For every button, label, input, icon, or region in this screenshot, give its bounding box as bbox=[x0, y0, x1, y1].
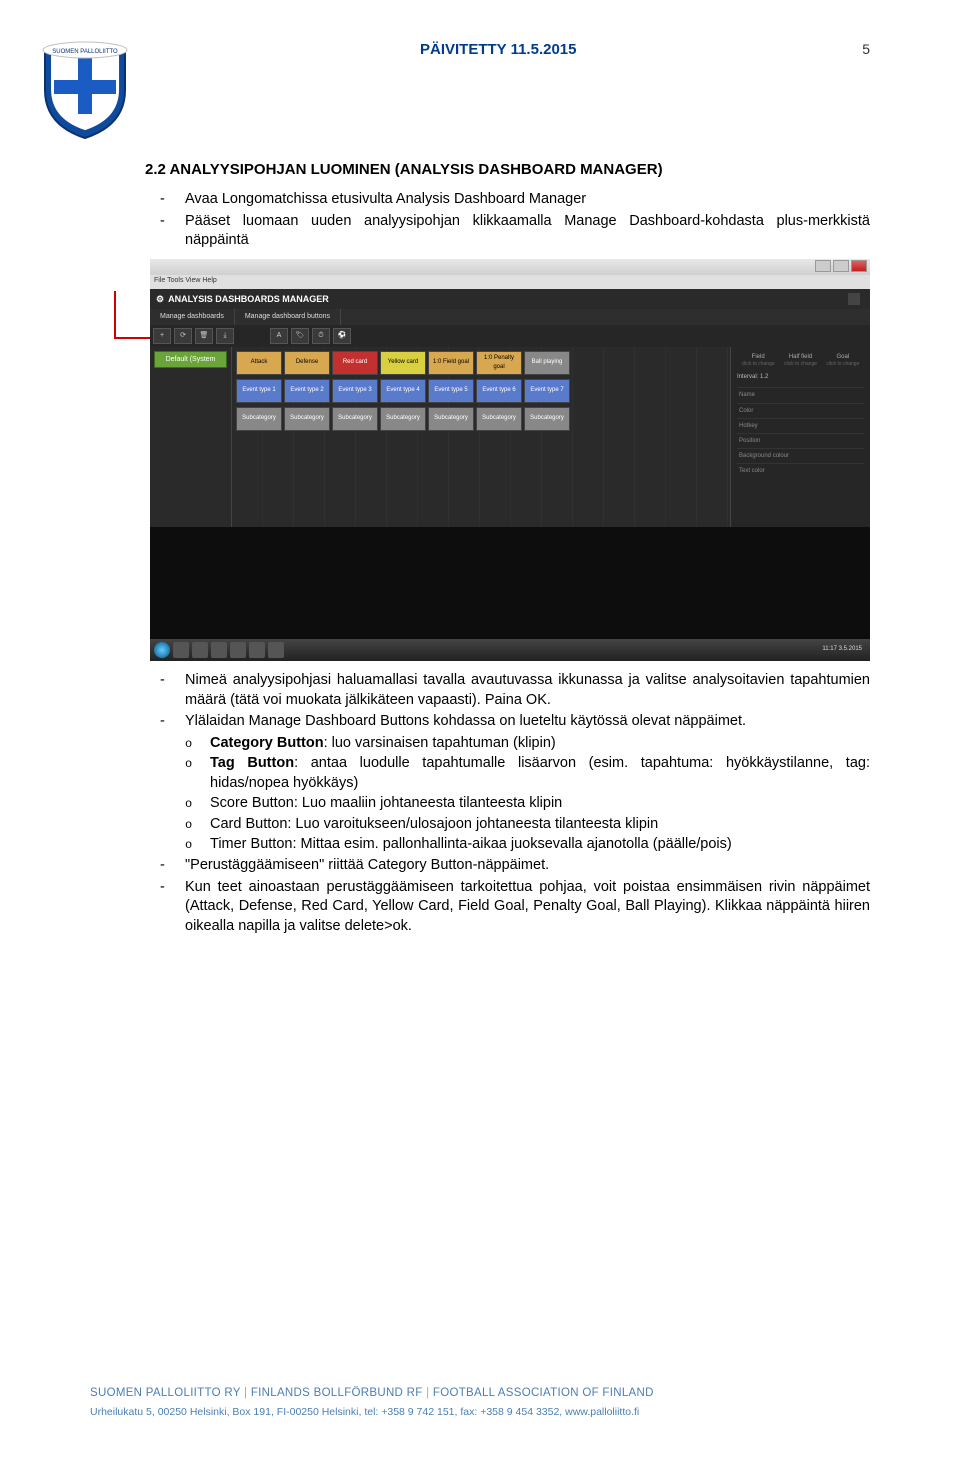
minimize-icon[interactable] bbox=[815, 260, 831, 272]
adm-title-text: ANALYSIS DASHBOARDS MANAGER bbox=[168, 293, 329, 305]
start-icon[interactable] bbox=[154, 642, 170, 658]
event-button[interactable]: Event type 3 bbox=[332, 379, 378, 403]
page-header: SUOMEN PALLOLIITTO PÄIVITETTY 11.5.2015 … bbox=[140, 40, 870, 160]
event-button[interactable]: Yellow card bbox=[380, 351, 426, 375]
prop-label: Field bbox=[742, 353, 775, 361]
top-bullets: Avaa Longomatchissa etusivulta Analysis … bbox=[185, 190, 870, 251]
subcat-button[interactable]: Subcategory bbox=[476, 407, 522, 431]
tool-button[interactable]: ⚽ bbox=[333, 328, 351, 344]
list-item: Avaa Longomatchissa etusivulta Analysis … bbox=[185, 190, 870, 210]
tool-button[interactable]: ⤓ bbox=[216, 328, 234, 344]
menu-bar[interactable]: File Tools View Help bbox=[150, 275, 870, 289]
prop-item[interactable]: Text color bbox=[737, 463, 864, 478]
subcat-button[interactable]: Subcategory bbox=[236, 407, 282, 431]
tool-button[interactable]: A bbox=[270, 328, 288, 344]
tool-button[interactable]: 🏷 bbox=[291, 328, 309, 344]
taskbar-icon[interactable] bbox=[173, 642, 189, 658]
event-button[interactable]: Event type 5 bbox=[428, 379, 474, 403]
prop-item[interactable]: Color bbox=[737, 403, 864, 418]
maximize-icon[interactable] bbox=[833, 260, 849, 272]
interval-label: Interval: 1.2 bbox=[737, 373, 768, 381]
list-item: "Perustäggäämiseen" riittää Category But… bbox=[185, 856, 870, 876]
gear-icon: ⚙ bbox=[156, 293, 164, 305]
list-item: Kun teet ainoastaan perustäggäämiseen ta… bbox=[185, 878, 870, 937]
window-titlebar bbox=[150, 259, 870, 275]
sub-bullets: Category Button: luo varsinaisen tapahtu… bbox=[210, 734, 870, 855]
page-number: 5 bbox=[862, 40, 870, 59]
list-item: Tag Button: antaa luodulle tapahtumalle … bbox=[210, 754, 870, 793]
list-item: Category Button: luo varsinaisen tapahtu… bbox=[210, 734, 870, 754]
tab-manage-dashboards[interactable]: Manage dashboards bbox=[150, 309, 235, 324]
adm-title: ⚙ ANALYSIS DASHBOARDS MANAGER bbox=[150, 289, 870, 309]
list-item: Timer Button: Mittaa esim. pallonhallint… bbox=[210, 835, 870, 855]
app-screenshot: File Tools View Help ⚙ ANALYSIS DASHBOAR… bbox=[150, 259, 870, 659]
subcat-button[interactable]: Subcategory bbox=[284, 407, 330, 431]
event-button[interactable]: 1:0 Field goal bbox=[428, 351, 474, 375]
subcat-button[interactable]: Subcategory bbox=[380, 407, 426, 431]
taskbar-icon[interactable] bbox=[268, 642, 284, 658]
taskbar-icon[interactable] bbox=[192, 642, 208, 658]
taskbar-icon[interactable] bbox=[211, 642, 227, 658]
event-button[interactable]: Event type 1 bbox=[236, 379, 282, 403]
event-button[interactable]: Event type 2 bbox=[284, 379, 330, 403]
taskbar-icon[interactable] bbox=[249, 642, 265, 658]
event-button[interactable]: Defense bbox=[284, 351, 330, 375]
logo-text: SUOMEN PALLOLIITTO bbox=[52, 49, 118, 55]
taskbar-icon[interactable] bbox=[230, 642, 246, 658]
dashboard-board: Default (System Attack Defense Red card … bbox=[150, 347, 870, 527]
subcat-button[interactable]: Subcategory bbox=[524, 407, 570, 431]
list-item: Card Button: Luo varoitukseen/ulosajoon … bbox=[210, 815, 870, 835]
subcat-button[interactable]: Subcategory bbox=[332, 407, 378, 431]
subcat-button[interactable]: Subcategory bbox=[428, 407, 474, 431]
toolbar: + ⟳ 🗑 ⤓ A 🏷 ⏱ ⚽ bbox=[150, 325, 870, 347]
event-button[interactable]: Red card bbox=[332, 351, 378, 375]
event-button[interactable]: Event type 6 bbox=[476, 379, 522, 403]
tool-button[interactable]: ⟳ bbox=[174, 328, 192, 344]
screenshot-figure: File Tools View Help ⚙ ANALYSIS DASHBOAR… bbox=[120, 259, 870, 659]
event-button[interactable]: Ball playing bbox=[524, 351, 570, 375]
desktop-area: 11:17 3.5.2015 bbox=[150, 527, 870, 661]
tool-button[interactable]: ⏱ bbox=[312, 328, 330, 344]
taskbar: 11:17 3.5.2015 bbox=[150, 639, 870, 661]
list-item: Score Button: Luo maaliin johtaneesta ti… bbox=[210, 794, 870, 814]
list-item: Pääset luomaan uuden analyysipohjan klik… bbox=[185, 212, 870, 251]
tool-button[interactable]: 🗑 bbox=[195, 328, 213, 344]
prop-item[interactable]: Position bbox=[737, 433, 864, 448]
list-item: Ylälaidan Manage Dashboard Buttons kohda… bbox=[185, 712, 870, 732]
doc-date: PÄIVITETTY 11.5.2015 bbox=[420, 40, 576, 60]
adm-tabs: Manage dashboards Manage dashboard butto… bbox=[150, 309, 870, 324]
dashboard-list: Default (System bbox=[150, 347, 232, 527]
section-title: 2.2 ANALYYSIPOHJAN LUOMINEN (ANALYSIS DA… bbox=[145, 160, 870, 180]
panel-close-icon[interactable] bbox=[848, 293, 860, 305]
event-button[interactable]: 1:0 Penalty goal bbox=[476, 351, 522, 375]
list-item: Nimeä analyysipohjasi haluamallasi taval… bbox=[185, 671, 870, 710]
prop-label: Half field bbox=[784, 353, 817, 361]
page-footer: SUOMEN PALLOLIITTO RY | FINLANDS BOLLFÖR… bbox=[90, 1386, 870, 1419]
event-button[interactable]: Event type 4 bbox=[380, 379, 426, 403]
org-logo: SUOMEN PALLOLIITTO bbox=[40, 40, 130, 147]
prop-label: Goal bbox=[826, 353, 859, 361]
default-dashboard-button[interactable]: Default (System bbox=[154, 351, 227, 368]
event-button[interactable]: Attack bbox=[236, 351, 282, 375]
footer-org: SUOMEN PALLOLIITTO RY | FINLANDS BOLLFÖR… bbox=[90, 1386, 870, 1402]
shield-icon: SUOMEN PALLOLIITTO bbox=[40, 40, 130, 140]
prop-item[interactable]: Hotkey bbox=[737, 418, 864, 433]
add-button[interactable]: + bbox=[153, 328, 171, 344]
close-icon[interactable] bbox=[851, 260, 867, 272]
button-grid: Attack Defense Red card Yellow card 1:0 … bbox=[232, 347, 730, 527]
footer-contact: Urheilukatu 5, 00250 Helsinki, Box 191, … bbox=[90, 1405, 870, 1419]
taskbar-clock[interactable]: 11:17 3.5.2015 bbox=[822, 645, 866, 653]
document-page: SUOMEN PALLOLIITTO PÄIVITETTY 11.5.2015 … bbox=[0, 0, 960, 1469]
properties-panel: Fieldclick to change Half fieldclick to … bbox=[730, 347, 870, 527]
event-button[interactable]: Event type 7 bbox=[524, 379, 570, 403]
tab-manage-buttons[interactable]: Manage dashboard buttons bbox=[235, 309, 341, 324]
prop-item[interactable]: Background colour bbox=[737, 448, 864, 463]
prop-item[interactable]: Name bbox=[737, 387, 864, 402]
bottom-bullets: Nimeä analyysipohjasi haluamallasi taval… bbox=[185, 671, 870, 936]
